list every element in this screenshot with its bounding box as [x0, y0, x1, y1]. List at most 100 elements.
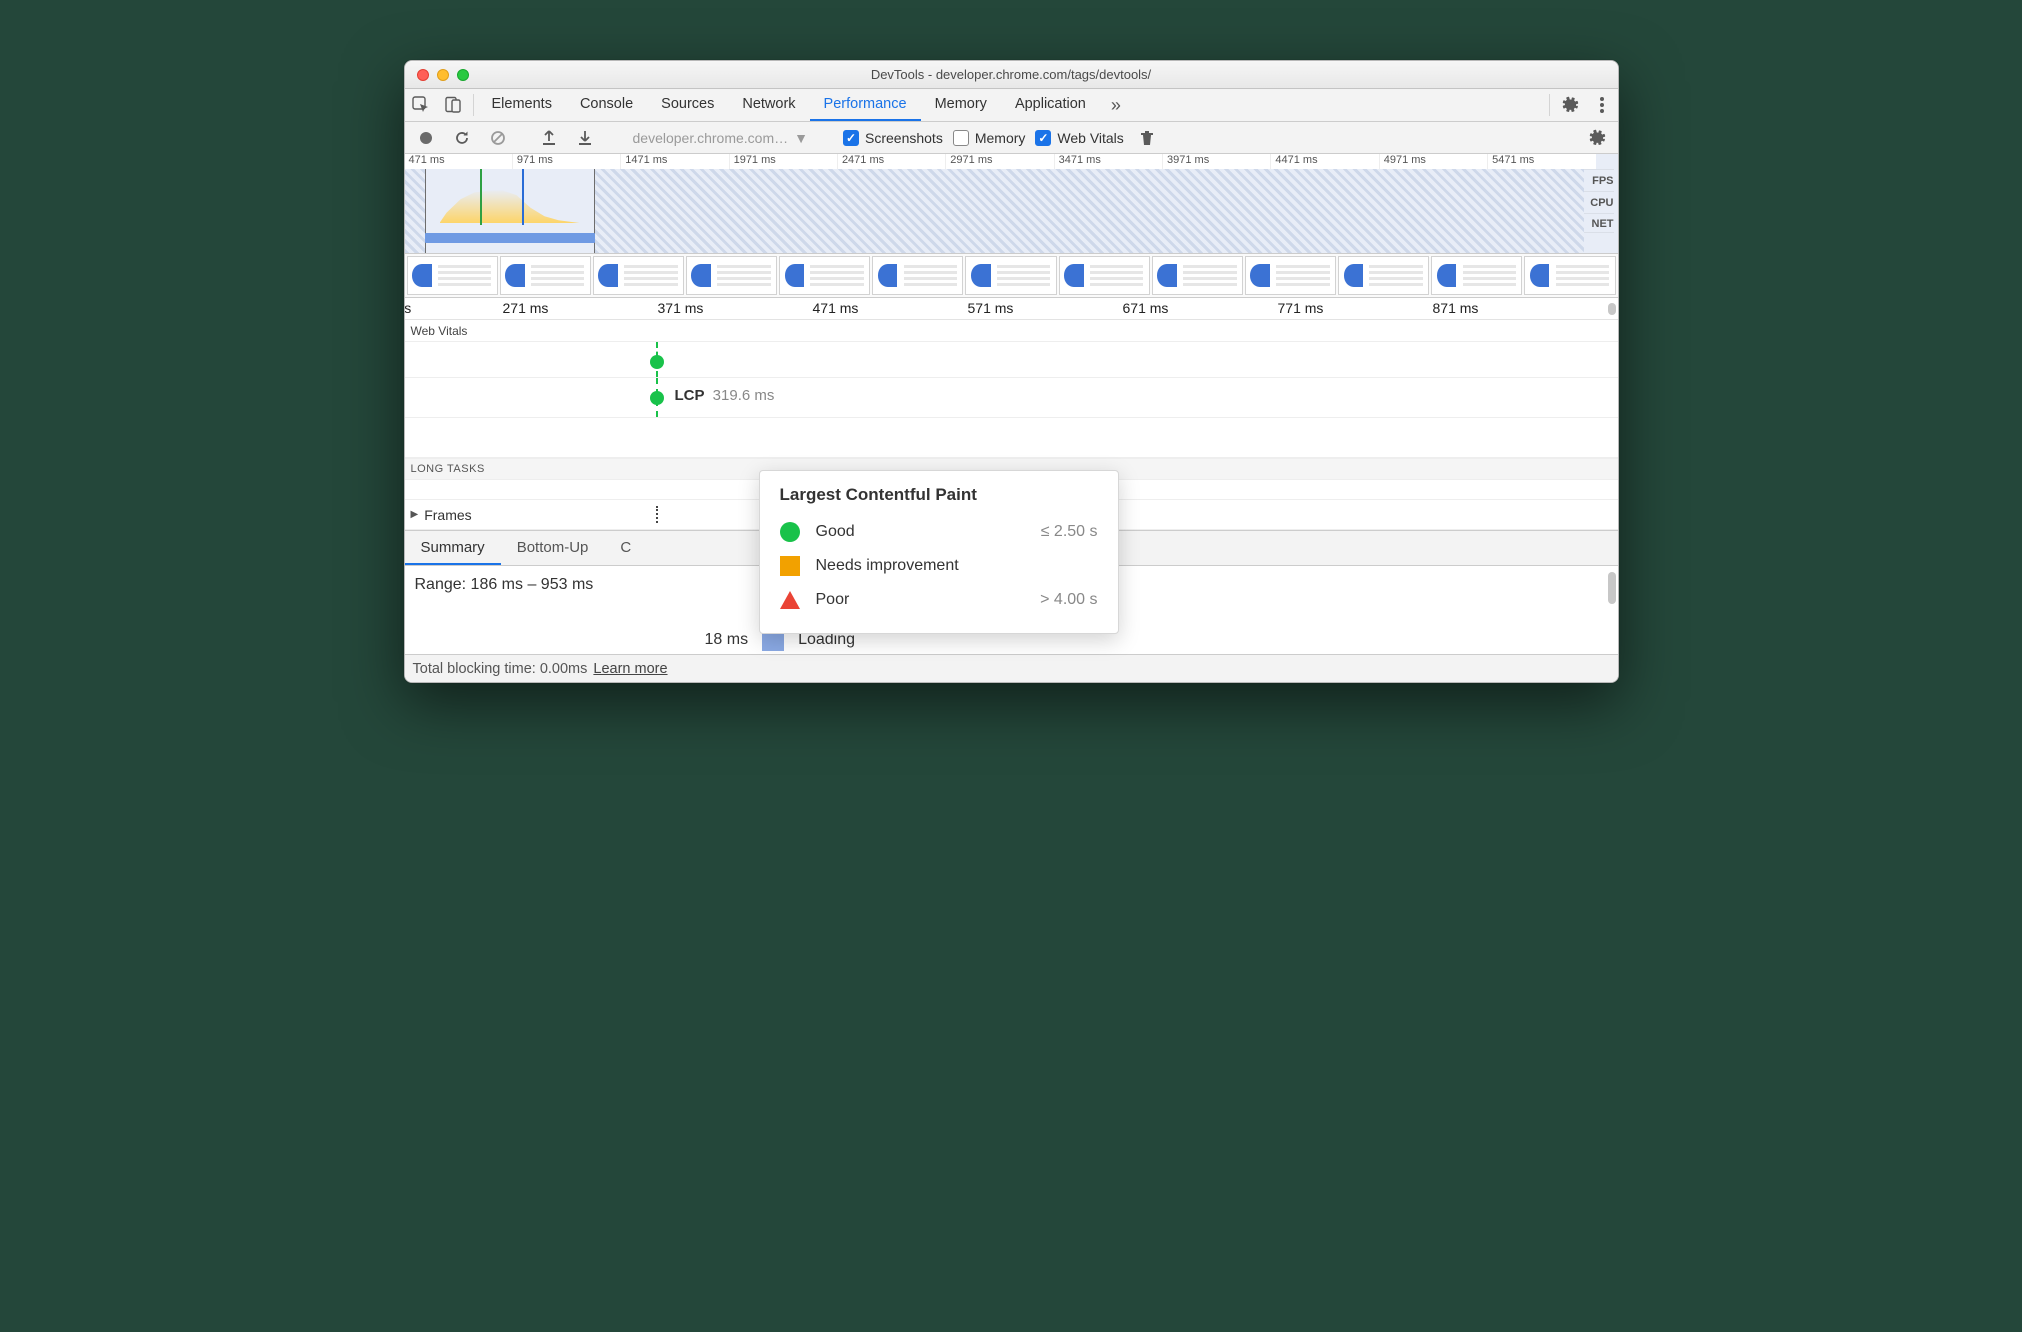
panel-tabs: Elements Console Sources Network Perform… [405, 89, 1618, 122]
learn-more-link[interactable]: Learn more [593, 661, 667, 677]
lcp-metric-value: 319.6 ms [713, 387, 775, 404]
close-window-icon[interactable] [417, 69, 429, 81]
fcp-marker [480, 169, 482, 225]
memory-label: Memory [975, 130, 1026, 146]
inspect-element-icon[interactable] [405, 89, 437, 121]
tab-sources[interactable]: Sources [647, 89, 728, 121]
fcp-dot-icon[interactable] [650, 355, 664, 369]
flame-tick: 871 ms [1433, 300, 1479, 316]
screenshot-thumb[interactable] [872, 256, 963, 295]
overview-tick: 4471 ms [1271, 154, 1379, 169]
screenshot-filmstrip[interactable] [405, 254, 1618, 298]
flame-tick: ns [404, 300, 412, 316]
tab-summary[interactable]: Summary [405, 531, 501, 565]
screenshot-thumb[interactable] [1059, 256, 1150, 295]
chevron-down-icon: ▼ [794, 130, 808, 146]
performance-toolbar: developer.chrome.com… ▼ Screenshots Memo… [405, 122, 1618, 154]
needs-improvement-square-icon [780, 556, 800, 576]
overview-tick: 2971 ms [946, 154, 1054, 169]
screenshot-thumb[interactable] [1152, 256, 1243, 295]
garbage-collect-button[interactable] [1134, 125, 1160, 151]
screenshot-thumb[interactable] [1431, 256, 1522, 295]
recording-select[interactable]: developer.chrome.com… ▼ [627, 128, 815, 148]
status-bar: Total blocking time: 0.00ms Learn more [405, 654, 1618, 682]
device-toolbar-icon[interactable] [437, 89, 469, 121]
reload-record-button[interactable] [449, 125, 475, 151]
minimize-window-icon[interactable] [437, 69, 449, 81]
webvitals-lane-top[interactable] [405, 342, 1618, 378]
tooltip-good-label: Good [816, 523, 1041, 541]
overview-timeline[interactable]: 471 ms 971 ms 1471 ms 1971 ms 2471 ms 29… [405, 154, 1618, 254]
tab-console[interactable]: Console [566, 89, 647, 121]
tab-memory[interactable]: Memory [921, 89, 1001, 121]
flame-tick: 771 ms [1278, 300, 1324, 316]
flame-tick: 671 ms [1123, 300, 1169, 316]
overview-row-fps: FPS [1584, 169, 1614, 191]
screenshot-thumb[interactable] [779, 256, 870, 295]
expand-triangle-icon[interactable]: ▶ [411, 509, 419, 520]
overview-row-net: NET [1584, 213, 1614, 233]
overview-tick: 5471 ms [1488, 154, 1595, 169]
record-button[interactable] [413, 125, 439, 151]
tooltip-poor-label: Poor [816, 591, 1041, 609]
screenshot-thumb[interactable] [1338, 256, 1429, 295]
lcp-dot-icon[interactable] [650, 391, 664, 405]
save-profile-button[interactable] [572, 125, 598, 151]
scrollbar-thumb[interactable] [1608, 303, 1616, 315]
overview-tick: 1471 ms [621, 154, 729, 169]
flame-tick: 471 ms [813, 300, 859, 316]
screenshot-thumb[interactable] [500, 256, 591, 295]
performance-body: 471 ms 971 ms 1471 ms 1971 ms 2471 ms 29… [405, 154, 1618, 682]
screenshot-thumb[interactable] [593, 256, 684, 295]
screenshot-thumb[interactable] [1245, 256, 1336, 295]
kebab-menu-icon[interactable] [1586, 89, 1618, 121]
overview-tick: 471 ms [405, 154, 513, 169]
loading-ms: 18 ms [705, 631, 749, 649]
clear-button[interactable] [485, 125, 511, 151]
tooltip-title: Largest Contentful Paint [780, 485, 1098, 505]
recording-select-label: developer.chrome.com… [633, 130, 789, 146]
flame-tick: 271 ms [503, 300, 549, 316]
webvitals-lane-lcp[interactable]: LCP 319.6 ms [405, 378, 1618, 418]
flame-tick: 571 ms [968, 300, 1014, 316]
lcp-metric-label: LCP [675, 387, 705, 404]
screenshot-thumb[interactable] [965, 256, 1056, 295]
devtools-window: DevTools - developer.chrome.com/tags/dev… [404, 60, 1619, 683]
overview-tick: 2471 ms [838, 154, 946, 169]
tab-performance[interactable]: Performance [810, 89, 921, 121]
frames-label: Frames [424, 507, 471, 523]
webvitals-toggle[interactable]: Web Vitals [1035, 130, 1123, 146]
tab-bottom-up[interactable]: Bottom-Up [501, 531, 605, 565]
screenshots-label: Screenshots [865, 130, 943, 146]
tooltip-ni-label: Needs improvement [816, 557, 1098, 575]
scrollbar-thumb[interactable] [1608, 572, 1616, 604]
screenshot-thumb[interactable] [1524, 256, 1615, 295]
overview-row-cpu: CPU [1584, 191, 1614, 213]
zoom-window-icon[interactable] [457, 69, 469, 81]
webvitals-label: Web Vitals [1057, 130, 1123, 146]
titlebar: DevTools - developer.chrome.com/tags/dev… [405, 61, 1618, 89]
capture-settings-icon[interactable] [1584, 125, 1610, 151]
poor-triangle-icon [780, 591, 800, 609]
load-profile-button[interactable] [536, 125, 562, 151]
screenshot-thumb[interactable] [407, 256, 498, 295]
tab-application[interactable]: Application [1001, 89, 1100, 121]
window-title: DevTools - developer.chrome.com/tags/dev… [405, 67, 1618, 82]
tab-call-tree[interactable]: C [604, 531, 647, 565]
tbt-text: Total blocking time: 0.00ms [413, 661, 588, 677]
settings-icon[interactable] [1554, 89, 1586, 121]
more-tabs-icon[interactable]: » [1100, 89, 1132, 121]
checkbox-unchecked-icon [953, 130, 969, 146]
frame-marker [656, 506, 658, 523]
screenshot-thumb[interactable] [686, 256, 777, 295]
flame-ruler[interactable]: ns 271 ms 371 ms 471 ms 571 ms 671 ms 77… [405, 298, 1618, 320]
good-circle-icon [780, 522, 800, 542]
checkbox-checked-icon [1035, 130, 1051, 146]
memory-toggle[interactable]: Memory [953, 130, 1026, 146]
screenshots-toggle[interactable]: Screenshots [843, 130, 943, 146]
overview-tick: 3971 ms [1163, 154, 1271, 169]
tooltip-poor-threshold: > 4.00 s [1040, 591, 1097, 609]
checkbox-checked-icon [843, 130, 859, 146]
tab-elements[interactable]: Elements [478, 89, 566, 121]
tab-network[interactable]: Network [728, 89, 809, 121]
